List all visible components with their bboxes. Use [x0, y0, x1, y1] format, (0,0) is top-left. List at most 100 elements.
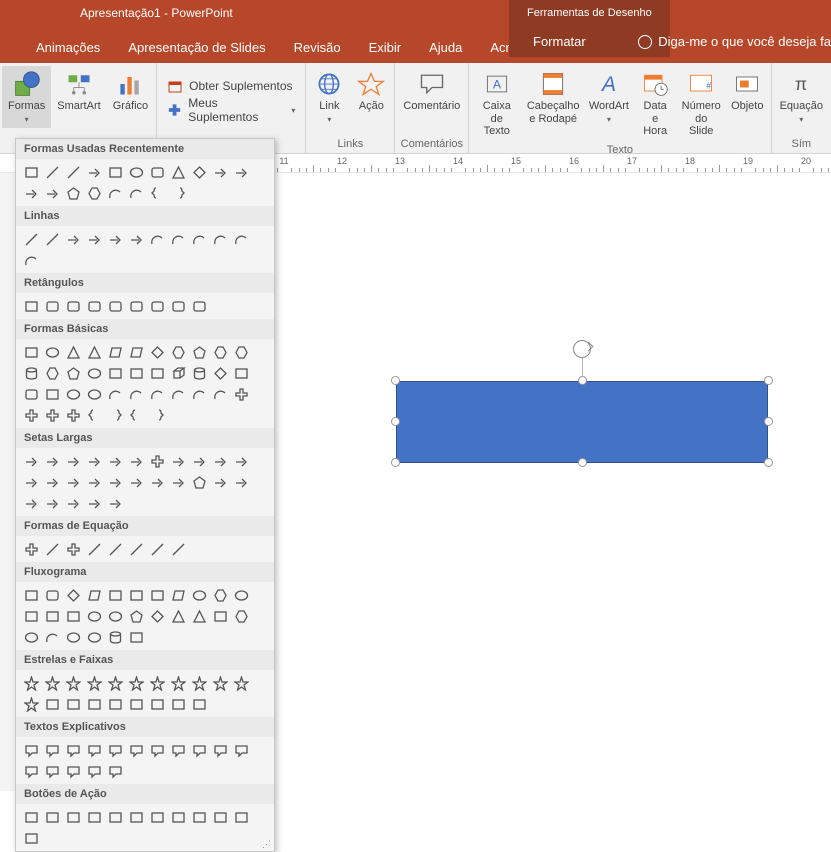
shape-rrect-icon[interactable]: [189, 296, 209, 316]
shape-arc-icon[interactable]: [42, 627, 62, 647]
shape-arrow-icon[interactable]: [21, 451, 41, 471]
shape-rect-icon[interactable]: [147, 694, 167, 714]
shape-arrow-icon[interactable]: [84, 493, 104, 513]
shape-rect-icon[interactable]: [42, 606, 62, 626]
shape-diam-icon[interactable]: [147, 606, 167, 626]
shape-rect-icon[interactable]: [231, 807, 251, 827]
tab-ajuda[interactable]: Ajuda: [415, 32, 476, 63]
shape-arrow-icon[interactable]: [63, 493, 83, 513]
acao-button[interactable]: Ação: [350, 66, 392, 117]
cabecalho-rodape-button[interactable]: Cabeçalho e Rodapé: [522, 66, 584, 129]
shape-rect-icon[interactable]: [21, 585, 41, 605]
resize-handle-se[interactable]: [764, 458, 773, 467]
shape-hex-icon[interactable]: [84, 183, 104, 203]
shape-rect-icon[interactable]: [21, 606, 41, 626]
tab-apresentacao-slides[interactable]: Apresentação de Slides: [114, 32, 279, 63]
shape-cyl-icon[interactable]: [189, 363, 209, 383]
shape-plus-icon[interactable]: [231, 384, 251, 404]
link-button[interactable]: Link ▾: [308, 66, 350, 128]
shape-star-icon[interactable]: [147, 673, 167, 693]
rotation-handle[interactable]: [573, 340, 591, 358]
shape-rrect-icon[interactable]: [147, 162, 167, 182]
caixa-texto-button[interactable]: A Caixa de Texto: [471, 66, 522, 142]
shape-line-icon[interactable]: [168, 539, 188, 559]
resize-handle-nw[interactable]: [391, 376, 400, 385]
shape-arc-icon[interactable]: [147, 229, 167, 249]
shape-arrow-icon[interactable]: [42, 493, 62, 513]
shape-rect-icon[interactable]: [21, 162, 41, 182]
shape-rect-icon[interactable]: [63, 606, 83, 626]
shape-arrow-icon[interactable]: [231, 451, 251, 471]
shape-rect-icon[interactable]: [210, 807, 230, 827]
shape-call-icon[interactable]: [105, 761, 125, 781]
shape-oval-icon[interactable]: [84, 384, 104, 404]
objeto-button[interactable]: Objeto: [726, 66, 769, 117]
shape-arrow-icon[interactable]: [105, 451, 125, 471]
shape-brace-icon[interactable]: [105, 405, 125, 425]
shape-arrow-icon[interactable]: [105, 493, 125, 513]
shape-star-icon[interactable]: [231, 673, 251, 693]
comentario-button[interactable]: Comentário: [397, 66, 466, 117]
shape-rect-icon[interactable]: [21, 828, 41, 848]
grafico-button[interactable]: Gráfico: [107, 66, 154, 117]
shape-arc-icon[interactable]: [189, 229, 209, 249]
shape-arc-icon[interactable]: [168, 384, 188, 404]
shape-star-icon[interactable]: [42, 673, 62, 693]
shape-tri-icon[interactable]: [168, 162, 188, 182]
shape-diam-icon[interactable]: [147, 342, 167, 362]
shape-call-icon[interactable]: [168, 740, 188, 760]
shape-oval-icon[interactable]: [189, 585, 209, 605]
resize-grip-icon[interactable]: ⋰: [262, 839, 271, 850]
shape-arrow-icon[interactable]: [168, 451, 188, 471]
shape-rect-icon[interactable]: [42, 694, 62, 714]
numero-slide-button[interactable]: # Número do Slide: [676, 66, 726, 142]
shape-plus-icon[interactable]: [63, 405, 83, 425]
shape-oval-icon[interactable]: [42, 342, 62, 362]
shape-rrect-icon[interactable]: [105, 296, 125, 316]
shape-rrect-icon[interactable]: [147, 296, 167, 316]
smartart-button[interactable]: SmartArt: [51, 66, 106, 117]
shape-arrow-icon[interactable]: [105, 472, 125, 492]
shape-curly-icon[interactable]: [147, 183, 167, 203]
shape-brace-icon[interactable]: [168, 183, 188, 203]
shape-arrow-icon[interactable]: [21, 493, 41, 513]
shape-line-icon[interactable]: [63, 162, 83, 182]
shape-rect-icon[interactable]: [105, 694, 125, 714]
shape-rect-icon[interactable]: [231, 363, 251, 383]
obter-suplementos-button[interactable]: Obter Suplementos: [167, 78, 295, 94]
shape-line-icon[interactable]: [42, 162, 62, 182]
shape-hex-icon[interactable]: [210, 585, 230, 605]
shape-arrow-icon[interactable]: [42, 472, 62, 492]
shape-oval-icon[interactable]: [231, 585, 251, 605]
shape-line-icon[interactable]: [147, 539, 167, 559]
shape-hex-icon[interactable]: [168, 342, 188, 362]
shape-call-icon[interactable]: [42, 740, 62, 760]
shape-tri-icon[interactable]: [63, 342, 83, 362]
shape-arc-icon[interactable]: [147, 384, 167, 404]
shape-arrow-icon[interactable]: [210, 451, 230, 471]
shape-line-icon[interactable]: [42, 539, 62, 559]
shape-rect-icon[interactable]: [21, 296, 41, 316]
shape-tri-icon[interactable]: [168, 606, 188, 626]
shape-arrow-icon[interactable]: [63, 472, 83, 492]
shape-rect-icon[interactable]: [189, 694, 209, 714]
shape-arc-icon[interactable]: [231, 229, 251, 249]
meus-suplementos-button[interactable]: Meus Suplementos ▾: [167, 96, 295, 124]
shape-para-icon[interactable]: [126, 342, 146, 362]
shape-oval-icon[interactable]: [126, 162, 146, 182]
shape-hex-icon[interactable]: [210, 342, 230, 362]
data-hora-button[interactable]: Data e Hora: [634, 66, 677, 142]
shape-plus-icon[interactable]: [21, 405, 41, 425]
shape-arrow-icon[interactable]: [42, 451, 62, 471]
shape-plus-icon[interactable]: [21, 539, 41, 559]
shape-star-icon[interactable]: [105, 673, 125, 693]
shape-arrow-icon[interactable]: [84, 162, 104, 182]
shape-arc-icon[interactable]: [21, 250, 41, 270]
shape-rect-icon[interactable]: [126, 694, 146, 714]
shape-call-icon[interactable]: [147, 740, 167, 760]
shape-call-icon[interactable]: [21, 740, 41, 760]
shape-call-icon[interactable]: [189, 740, 209, 760]
shape-arrow-icon[interactable]: [21, 472, 41, 492]
shape-diam-icon[interactable]: [210, 363, 230, 383]
shape-line-icon[interactable]: [105, 539, 125, 559]
